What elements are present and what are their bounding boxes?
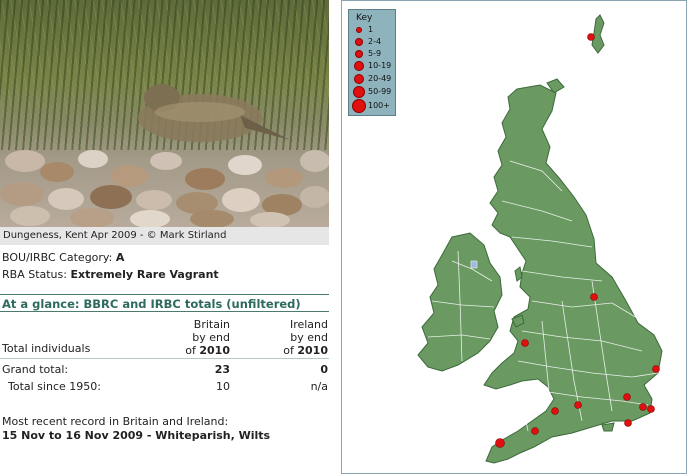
key-item-1: 1: [349, 24, 395, 36]
isle-of-wight-shape: [601, 422, 615, 432]
table-divider: [0, 358, 329, 359]
most-recent-value: 15 Nov to 16 Nov 2009 - Whiteparish, Wil…: [2, 429, 271, 442]
ireland-header-of: of: [283, 344, 294, 357]
record-dot: [623, 393, 631, 401]
key-item-4: 10-19: [349, 60, 395, 72]
record-dot: [590, 293, 598, 301]
key-dot-3: [355, 50, 363, 58]
key-item-6: 50-99: [349, 86, 395, 98]
record-dot: [574, 401, 582, 409]
category-line: BOU/IRBC Category: A: [2, 251, 124, 264]
total-individuals-label: Total individuals: [2, 342, 91, 355]
great-britain-shape: [483, 84, 663, 464]
key-item-3: 5-9: [349, 48, 395, 60]
since-1950-britain: 10: [216, 380, 230, 393]
record-dot: [587, 33, 595, 41]
record-dot: [639, 403, 647, 411]
key-dot-2: [355, 38, 363, 46]
highlighted-county: [470, 260, 478, 269]
key-label-2: 2-4: [368, 37, 382, 46]
britain-header-year: 2010: [199, 344, 230, 357]
key-label-1: 1: [368, 25, 374, 34]
key-dot-4: [354, 61, 364, 71]
ireland-column-header: Ireland by end of 2010: [248, 318, 328, 357]
ireland-header-year: 2010: [297, 344, 328, 357]
ireland-header-line2: by end: [290, 331, 328, 344]
grand-total-britain: 23: [214, 363, 230, 376]
britain-header-of: of: [185, 344, 196, 357]
britain-column-header: Britain by end of 2010: [150, 318, 230, 357]
rba-status-line: RBA Status: Extremely Rare Vagrant: [2, 268, 219, 281]
key-dot-1: [356, 27, 362, 33]
key-item-2: 2-4: [349, 36, 395, 48]
record-dot: [551, 407, 559, 415]
britain-header-line1: Britain: [193, 318, 230, 331]
rba-label: RBA Status:: [2, 268, 67, 281]
map-key: Key 1 2-4 5-9 10-19 20-49 50-99 100+: [348, 9, 396, 116]
britain-header-line2: by end: [192, 331, 230, 344]
record-dot: [652, 365, 660, 373]
key-title: Key: [356, 13, 373, 23]
bird-photo: [0, 0, 329, 227]
ireland-header-line3: of 2010: [248, 344, 328, 357]
key-label-6: 50-99: [368, 87, 392, 96]
shetland-shape: [591, 14, 605, 54]
since-1950-ireland: n/a: [310, 380, 328, 393]
category-label: BOU/IRBC Category:: [2, 251, 113, 264]
record-dot: [624, 419, 632, 427]
most-recent-label: Most recent record in Britain and Irelan…: [2, 415, 229, 428]
britain-header-line3: of 2010: [150, 344, 230, 357]
at-a-glance-heading: At a glance: BBRC and IRBC totals (unfil…: [0, 294, 329, 312]
key-label-3: 5-9: [368, 49, 382, 58]
photo-caption: Dungeness, Kent Apr 2009 - © Mark Stirla…: [0, 227, 329, 245]
record-dot: [521, 339, 529, 347]
record-dot: [647, 405, 655, 413]
key-label-7: 100+: [368, 101, 390, 110]
key-label-5: 20-49: [368, 74, 392, 83]
rba-value: Extremely Rare Vagrant: [70, 268, 219, 281]
key-item-7: 100+: [349, 99, 395, 113]
record-dot: [531, 427, 539, 435]
since-1950-label: Total since 1950:: [8, 380, 101, 393]
key-dot-6: [353, 86, 365, 98]
record-dot: [495, 438, 505, 448]
grand-total-label: Grand total:: [2, 363, 69, 376]
ireland-header-line1: Ireland: [289, 318, 328, 331]
key-dot-7: [352, 99, 366, 113]
key-dot-5: [354, 74, 364, 84]
grand-total-ireland: 0: [320, 363, 328, 376]
key-item-5: 20-49: [349, 73, 395, 85]
key-label-4: 10-19: [368, 61, 392, 70]
category-value: A: [115, 251, 125, 264]
